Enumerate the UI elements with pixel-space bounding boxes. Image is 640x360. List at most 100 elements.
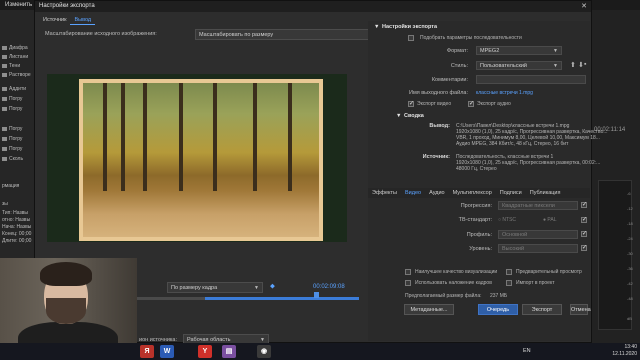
fit-select-value: По размеру кадра xyxy=(171,285,218,291)
preview-frame xyxy=(79,79,323,241)
person-beard xyxy=(46,298,86,324)
marker-icon[interactable]: ⬥ xyxy=(270,283,275,291)
effects-item[interactable]: Погру xyxy=(2,95,36,103)
work-area-bar[interactable] xyxy=(205,297,359,300)
yandex-browser-icon[interactable]: Y xyxy=(198,345,212,358)
export-button[interactable]: Экспорт xyxy=(522,304,562,315)
import-project-checkbox[interactable] xyxy=(506,280,512,286)
scale-select[interactable]: Масштабировать по размеру▼ xyxy=(195,29,381,40)
settings-tabs: Эффекты Видео Аудио Мультиплексор Подписи Пуб… xyxy=(368,188,590,198)
archiver-icon[interactable]: ▤ xyxy=(222,345,236,358)
pixel-aspect-value: Квадратные пиксели xyxy=(502,203,555,209)
effects-item[interactable]: Погру xyxy=(2,145,36,153)
tree-trunk xyxy=(103,83,107,191)
match-sequence-label: Подобрать параметры последовательности xyxy=(420,35,522,41)
effects-item[interactable]: Растворе xyxy=(2,71,36,79)
tab-captions[interactable]: Подписи xyxy=(496,188,526,198)
save-preset-icon[interactable]: ⬆ xyxy=(570,61,576,69)
word-icon[interactable]: W xyxy=(160,345,174,358)
summary-collapse-icon[interactable]: ▼ xyxy=(396,113,401,119)
queue-button[interactable]: Очередь xyxy=(478,304,518,315)
tab-video[interactable]: Видео xyxy=(401,188,425,198)
max-render-checkbox[interactable] xyxy=(405,269,411,275)
pixel-aspect-checkbox[interactable] xyxy=(581,201,587,208)
info-line: зы xyxy=(2,201,8,207)
pal-label: PAL xyxy=(547,217,557,223)
playhead-handle[interactable] xyxy=(314,292,319,298)
fit-select[interactable]: По размеру кадра ▼ xyxy=(167,282,263,293)
tab-multiplexer[interactable]: Мультиплексор xyxy=(449,188,496,198)
profile-select[interactable]: Основной xyxy=(498,230,578,239)
chevron-down-icon: ▼ xyxy=(254,285,259,291)
meter-tick: -48 xyxy=(627,296,633,301)
frame-blend-checkbox[interactable] xyxy=(405,280,411,286)
dialog-close-icon[interactable]: ✕ xyxy=(579,2,589,11)
level-checkbox[interactable] xyxy=(581,244,587,251)
current-timecode: 00:02:09:08 xyxy=(313,284,345,290)
tree-trunk xyxy=(143,83,147,191)
file-size-label: Предполагаемый размер файла: xyxy=(405,293,482,299)
preset-value: Пользовательский xyxy=(480,63,527,69)
pal-radio[interactable]: ● PAL xyxy=(543,217,557,223)
format-select[interactable]: MPEG2 ▼ xyxy=(476,46,562,55)
effects-item[interactable]: Аддити xyxy=(2,85,36,93)
export-video-checkbox[interactable] xyxy=(408,100,414,107)
clock[interactable]: 13:40 12.11.2020 xyxy=(612,344,637,358)
dialog-title: Настройки экспорта xyxy=(35,1,591,12)
chevron-down-icon: ▼ xyxy=(553,63,558,69)
cancel-button[interactable]: Отмена xyxy=(570,304,591,315)
format-label: Формат: xyxy=(446,48,468,54)
language-indicator[interactable]: EN xyxy=(523,348,531,354)
yandex-icon[interactable]: Я xyxy=(140,345,154,358)
tv-standard-checkbox[interactable] xyxy=(581,216,587,223)
profile-checkbox[interactable] xyxy=(581,230,587,237)
effects-item[interactable]: Диафра xyxy=(2,44,36,52)
preset-select[interactable]: Пользовательский ▼ xyxy=(476,61,562,70)
effects-item[interactable]: Погру xyxy=(2,125,36,133)
export-audio-checkbox[interactable] xyxy=(468,100,474,107)
match-sequence-checkbox[interactable] xyxy=(408,35,414,41)
meter-tick: -36 xyxy=(627,266,633,271)
meter-tick: -30 xyxy=(627,251,633,256)
export-video-label: Экспорт видео xyxy=(417,101,452,107)
summary-output-line: Аудио MPEG, 384 Кбит/с, 48 кГц, Стерео, … xyxy=(456,141,569,147)
pixel-aspect-label: Прогрессия: xyxy=(460,203,492,209)
effects-item[interactable]: Листани xyxy=(2,53,36,61)
summary-source-title: Источник: xyxy=(422,154,450,160)
level-select[interactable]: Высокий xyxy=(498,244,578,253)
tab-audio[interactable]: Аудио xyxy=(425,188,449,198)
effects-item[interactable]: Тени xyxy=(2,62,36,70)
clock-time: 13:40 xyxy=(624,344,637,350)
profile-label: Профиль: xyxy=(466,232,492,238)
person-hair xyxy=(40,262,92,286)
tab-effects[interactable]: Эффекты xyxy=(368,188,401,198)
tree-trunk xyxy=(213,83,217,191)
output-name-link[interactable]: классные встречи 1.mpg xyxy=(476,90,533,96)
comments-input[interactable] xyxy=(476,75,586,84)
level-value: Высокий xyxy=(502,246,525,252)
collapse-icon[interactable]: ▼ xyxy=(374,24,379,30)
tab-output[interactable]: Вывод xyxy=(70,15,96,25)
tv-standard-label: ТВ-стандарт: xyxy=(458,217,492,223)
scale-select-value: Масштабировать по размеру xyxy=(199,32,274,38)
metadata-button[interactable]: Метаданные... xyxy=(404,304,454,315)
preview-checkbox[interactable] xyxy=(506,269,512,275)
tab-publish[interactable]: Публикация xyxy=(526,188,565,198)
effects-item[interactable]: Погру xyxy=(2,135,36,143)
pixel-aspect-select[interactable]: Квадратные пиксели xyxy=(498,201,578,210)
effects-item[interactable]: Сколь xyxy=(2,155,36,163)
preview-image xyxy=(83,83,319,237)
camera-icon[interactable]: ◉ xyxy=(257,345,271,358)
meter-tick: -42 xyxy=(627,281,633,286)
import-project-label: Импорт в проект xyxy=(516,280,555,286)
meter-tick: -6 xyxy=(627,191,631,196)
export-audio-label: Экспорт аудио xyxy=(477,101,511,107)
effects-item[interactable]: Погру xyxy=(2,105,36,113)
delete-preset-icon[interactable]: ▪ xyxy=(584,61,586,68)
import-preset-icon[interactable]: ⬇ xyxy=(578,61,584,69)
max-render-label: Наилучшее качество визуализации xyxy=(415,269,498,275)
ntsc-label: NTSC xyxy=(502,217,517,223)
level-label: Уровень: xyxy=(469,246,492,252)
tab-source[interactable]: Источник xyxy=(39,15,70,25)
ntsc-radio[interactable]: ○ NTSC xyxy=(498,217,516,223)
